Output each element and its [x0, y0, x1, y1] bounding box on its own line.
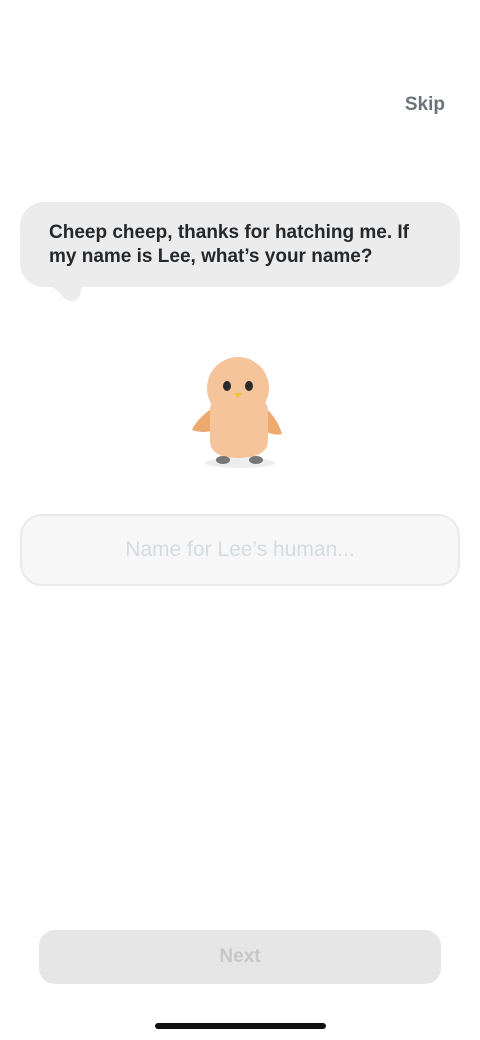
chick-mascot-icon — [192, 357, 282, 468]
name-input[interactable] — [20, 514, 460, 586]
speech-bubble-body: Cheep cheep, thanks for hatching me. If … — [20, 202, 460, 287]
mascot-left-foot — [216, 456, 230, 464]
mascot-left-eye — [223, 381, 231, 391]
home-indicator — [155, 1023, 326, 1029]
skip-button[interactable]: Skip — [405, 94, 445, 116]
name-field-container — [20, 514, 460, 586]
speech-bubble: Cheep cheep, thanks for hatching me. If … — [20, 202, 460, 301]
mascot-shadow — [205, 458, 275, 468]
speech-bubble-tail — [48, 284, 82, 301]
mascot-right-eye — [245, 381, 253, 391]
speech-bubble-text: Cheep cheep, thanks for hatching me. If … — [49, 222, 410, 267]
mascot-right-foot — [249, 456, 263, 464]
next-button[interactable]: Next — [39, 930, 441, 984]
mascot-head — [207, 357, 269, 419]
